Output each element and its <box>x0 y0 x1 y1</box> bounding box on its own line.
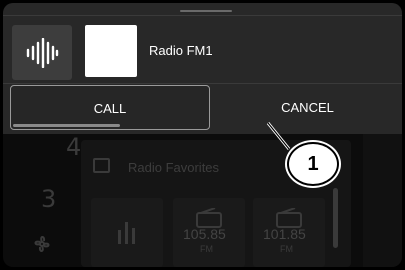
callout-number-badge: 1 <box>287 142 339 186</box>
screen-frame: 4 3 Radio Favorites 105.85 FM 101.85 FM … <box>3 3 402 267</box>
callout-number: 1 <box>307 152 319 175</box>
callout-leader-line <box>266 122 291 150</box>
